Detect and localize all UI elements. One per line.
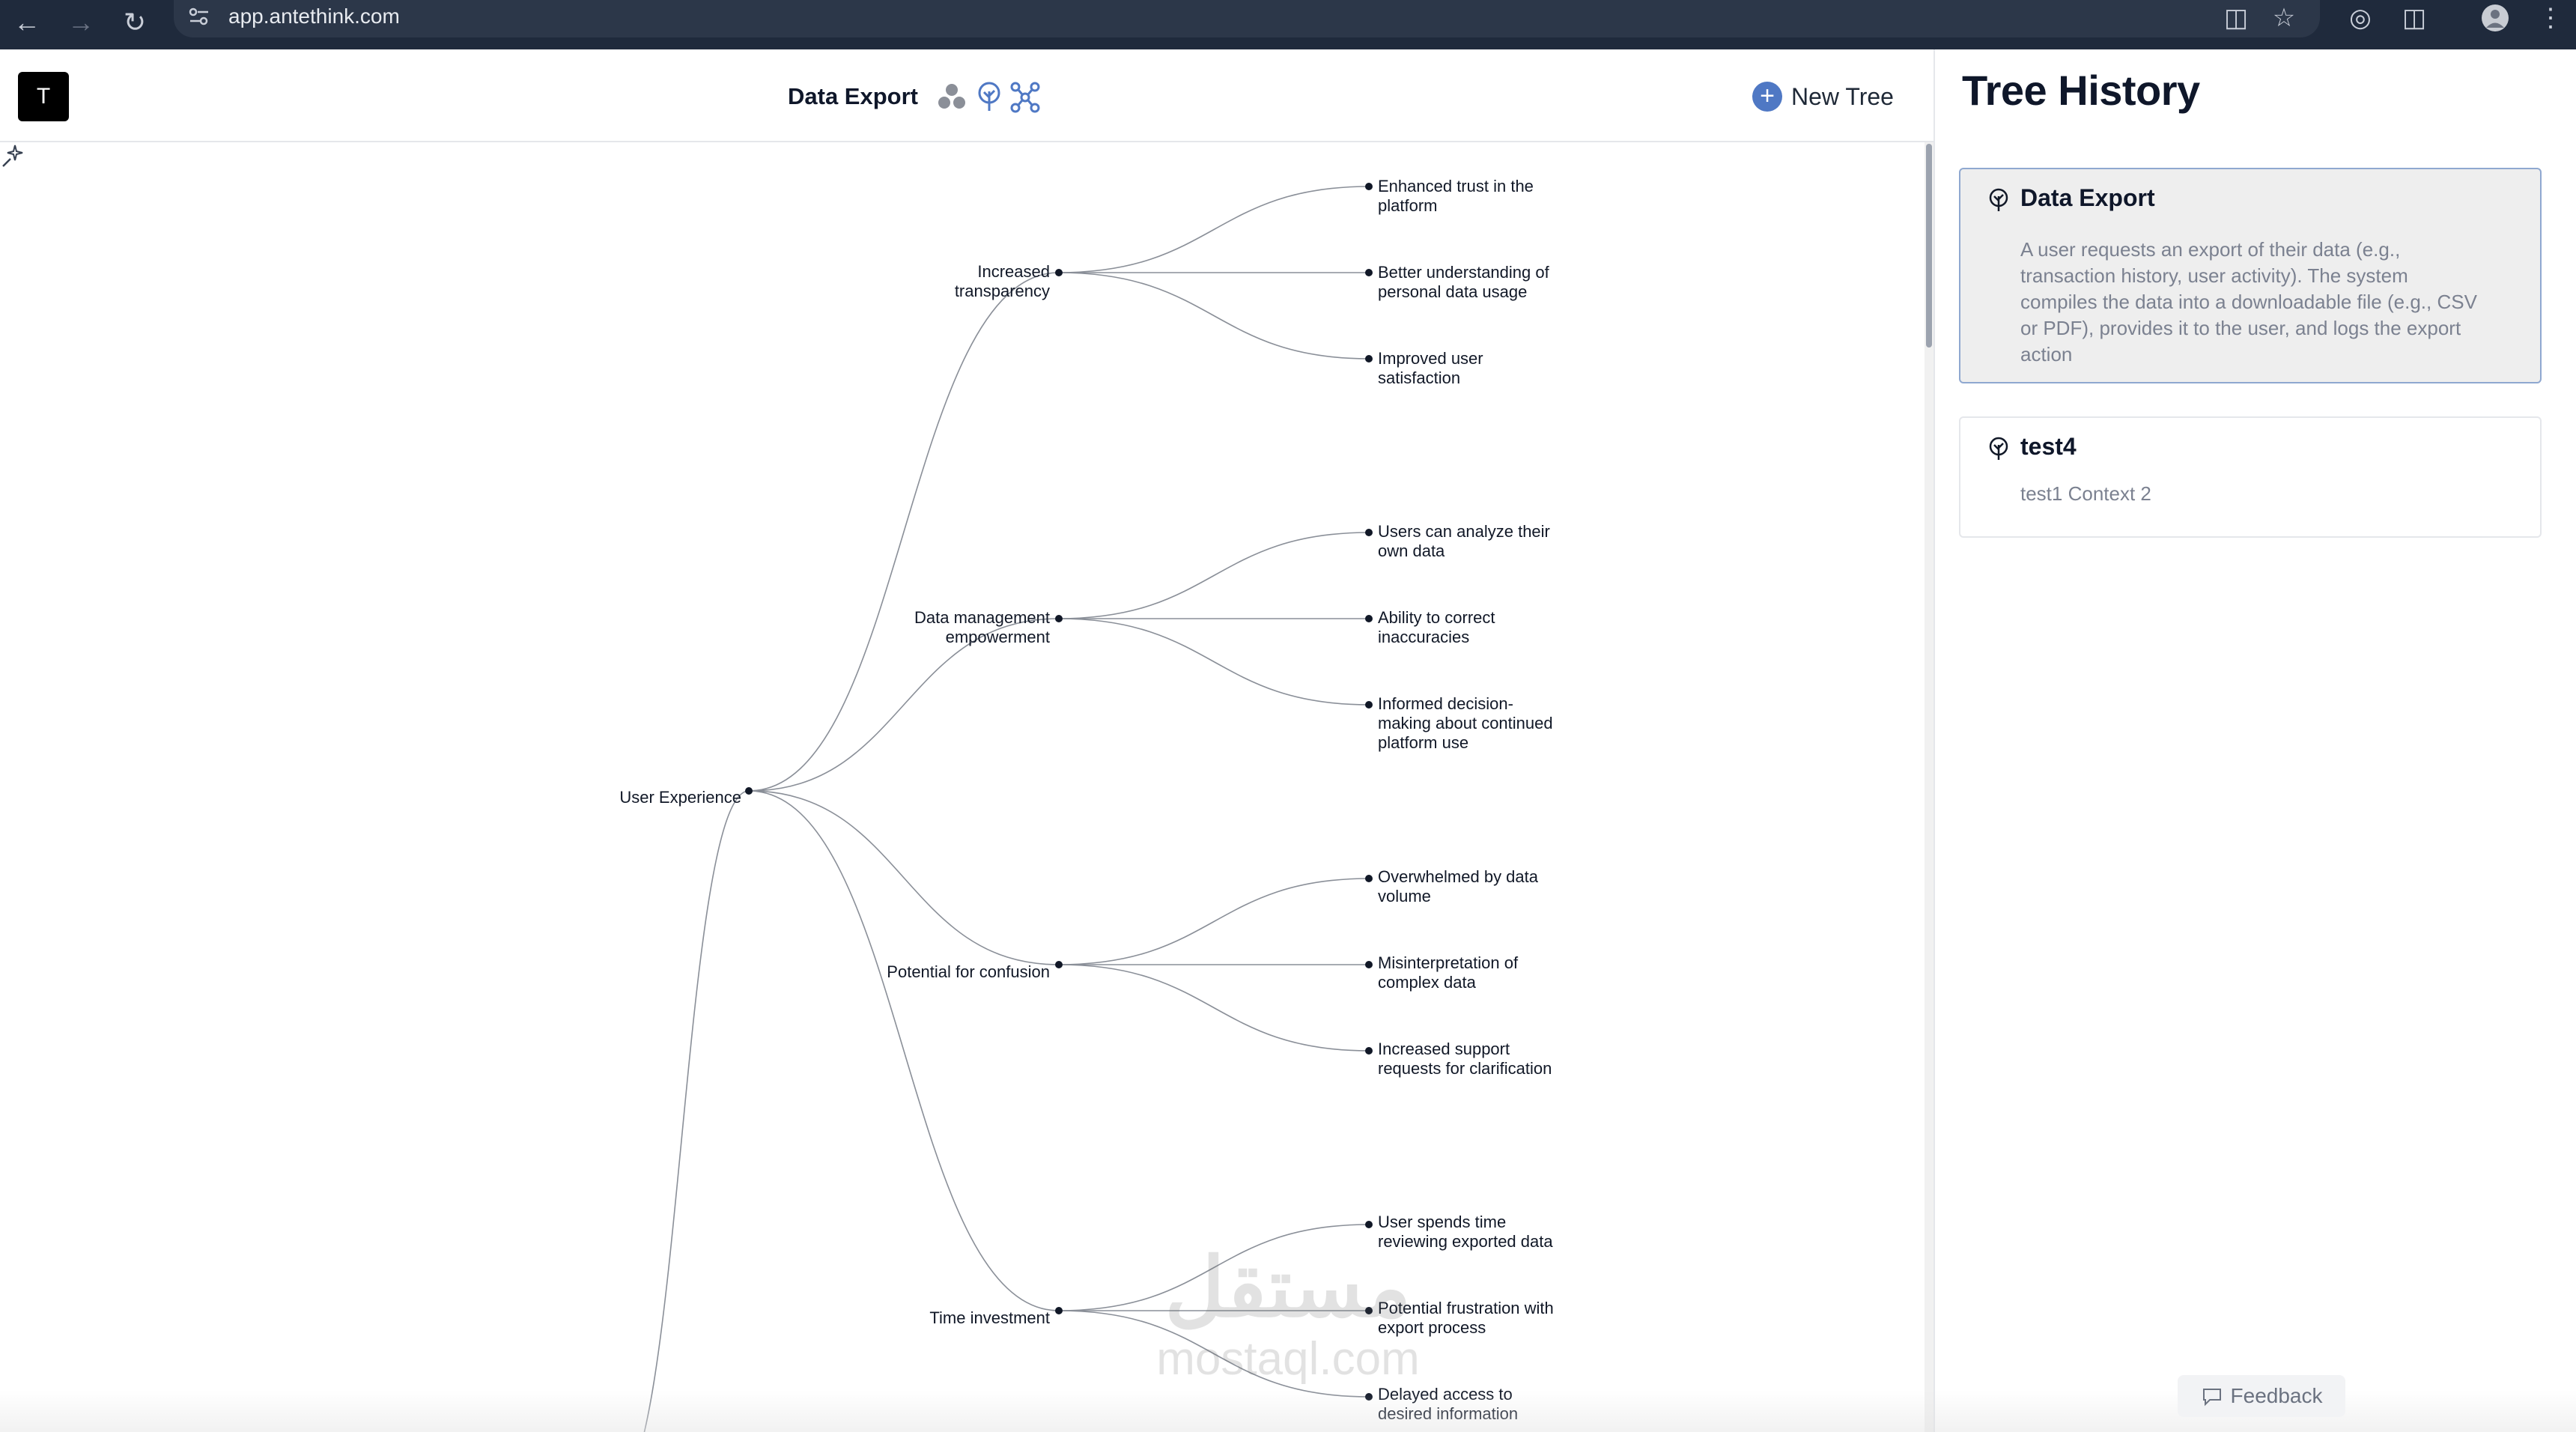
tree-links [643, 183, 1373, 1432]
leaf-node-label[interactable]: Increased support requests for clarifica… [1378, 1040, 1565, 1078]
leaf-node-dot[interactable] [1365, 269, 1373, 276]
browser-toolbar: ← → ↻ app.antethink.com ◫ ☆ ◎ ◫ ⋮ [0, 0, 2576, 49]
branch-leaf-link [1058, 1310, 1370, 1398]
branch-node-label[interactable]: Potential for confusion [824, 962, 1050, 982]
leaf-node-dot[interactable] [1365, 701, 1373, 709]
branch-node-dot[interactable] [1055, 615, 1063, 622]
leaf-node-dot[interactable] [1365, 529, 1373, 536]
leaf-node-label[interactable]: Informed decision- making about continue… [1378, 694, 1565, 753]
plus-circle-icon: + [1752, 82, 1782, 112]
leaf-node-label[interactable]: User spends time reviewing exported data [1378, 1213, 1565, 1252]
root-branch-link [748, 790, 1060, 1311]
leaf-node-label[interactable]: Users can analyze their own data [1378, 522, 1565, 561]
profile-avatar[interactable] [2479, 1, 2512, 34]
scrollbar-thumb[interactable] [1926, 144, 1932, 348]
sidebar-title: Tree History [1962, 67, 2200, 114]
leaf-node-label[interactable]: Ability to correct inaccuracies [1378, 608, 1565, 647]
root-parent-link [643, 790, 750, 1432]
history-item-title: Data Export [2020, 184, 2155, 211]
leaf-node-label[interactable]: Improved user satisfaction [1378, 349, 1565, 388]
branch-node-label[interactable]: Time investment [824, 1308, 1050, 1328]
history-item-data-export[interactable]: Data Export A user requests an export of… [1959, 168, 2542, 383]
branch-node-label[interactable]: Data management empowerment [824, 608, 1050, 647]
leaf-node-dot[interactable] [1365, 183, 1373, 190]
leaf-node-dot[interactable] [1365, 1307, 1373, 1314]
tree-canvas[interactable]: User Experience Increased transparency D… [0, 142, 1925, 1432]
leaf-node-label[interactable]: Potential frustration with export proces… [1378, 1299, 1565, 1338]
forward-arrow-icon[interactable]: → [61, 3, 100, 42]
install-app-icon[interactable]: ◫ [2220, 1, 2253, 34]
tree-view-icon[interactable] [972, 79, 1006, 114]
leaf-node-dot[interactable] [1365, 1393, 1373, 1401]
puzzle-icon[interactable]: ◫ [2398, 1, 2431, 34]
branch-leaf-link [1058, 618, 1370, 706]
app-logo-button[interactable]: T [18, 72, 69, 121]
branch-leaf-link [1058, 532, 1370, 619]
leaf-node-label[interactable]: Better understanding of personal data us… [1378, 263, 1565, 302]
branch-leaf-link [1058, 1224, 1370, 1311]
leaf-node-dot[interactable] [1365, 1221, 1373, 1228]
history-item-description: A user requests an export of their data … [2020, 238, 2477, 365]
leaf-node-dot[interactable] [1365, 355, 1373, 362]
star-icon[interactable]: ☆ [2267, 1, 2300, 34]
branch-leaf-link [1058, 272, 1370, 359]
history-item-description: test1 Context 2 [2020, 482, 2151, 505]
leaf-node-label[interactable]: Misinterpretation of complex data [1378, 953, 1565, 992]
feedback-label: Feedback [2230, 1384, 2323, 1407]
leaf-node-dot[interactable] [1365, 1047, 1373, 1055]
root-branch-link [748, 790, 1060, 965]
history-item-title: test4 [2020, 433, 2077, 460]
leaf-node-dot[interactable] [1365, 615, 1373, 622]
leaf-node-dot[interactable] [1365, 961, 1373, 968]
history-item-test4[interactable]: test4 test1 Context 2 [1959, 416, 2542, 538]
leaf-node-label[interactable]: Delayed access to desired information [1378, 1385, 1565, 1424]
extension-target-icon[interactable]: ◎ [2344, 1, 2377, 34]
branch-node-dot[interactable] [1055, 961, 1063, 968]
branch-leaf-link [1058, 878, 1370, 965]
root-node-dot[interactable] [745, 787, 753, 795]
feedback-button[interactable]: Feedback [2178, 1375, 2345, 1417]
tree-history-sidebar: Tree History Data Export A user requests… [1933, 49, 2576, 1432]
tree-icon [1989, 437, 2008, 460]
back-arrow-icon[interactable]: ← [7, 3, 46, 42]
leaf-node-label[interactable]: Enhanced trust in the platform [1378, 177, 1565, 216]
network-view-icon[interactable] [1008, 79, 1042, 114]
root-node-label[interactable]: User Experience [524, 788, 741, 807]
branch-node-dot[interactable] [1055, 1307, 1063, 1314]
chat-bubble-icon [2202, 1389, 2221, 1407]
sparkle-wand-icon[interactable] [0, 142, 27, 169]
tree-icon [1989, 188, 2008, 211]
tree-title: Data Export [788, 83, 918, 109]
root-branch-link [748, 272, 1060, 792]
app-header: T Data Export + New Tree [0, 49, 1933, 142]
more-vert-icon[interactable]: ⋮ [2534, 1, 2567, 34]
new-tree-button[interactable]: + New Tree [1752, 78, 1894, 115]
branch-leaf-link [1058, 964, 1370, 1052]
branch-node-dot[interactable] [1055, 269, 1063, 276]
address-bar[interactable] [174, 0, 2320, 37]
canvas-scrollbar[interactable] [1925, 142, 1933, 1432]
leaf-node-label[interactable]: Overwhelmed by data volume [1378, 867, 1565, 906]
site-settings-icon[interactable] [186, 3, 213, 30]
reload-icon[interactable]: ↻ [115, 3, 154, 42]
bubbles-view-icon[interactable] [935, 79, 969, 114]
leaf-node-dot[interactable] [1365, 875, 1373, 882]
url-text[interactable]: app.antethink.com [228, 0, 400, 33]
branch-node-label[interactable]: Increased transparency [824, 262, 1050, 301]
branch-leaf-link [1058, 186, 1370, 273]
new-tree-label: New Tree [1791, 82, 1894, 110]
